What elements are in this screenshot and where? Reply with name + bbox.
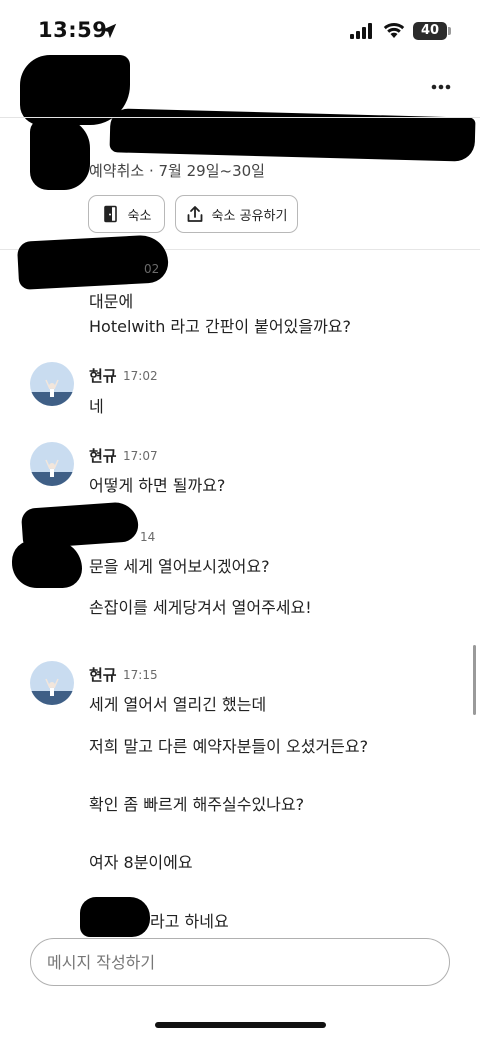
message-line: 문을 세게 열어보시겠어요? xyxy=(89,557,270,576)
wifi-icon xyxy=(383,22,405,38)
message-line: 손잡이를 세게당겨서 열어주세요! xyxy=(89,598,312,617)
share-icon xyxy=(187,206,202,222)
sender-name: 현규 xyxy=(89,367,117,385)
scrollbar[interactable] xyxy=(473,645,476,715)
message-line: 저희 말고 다른 예약자분들이 오셨거든요? xyxy=(89,737,369,756)
share-stay-button-label: 숙소 공유하기 xyxy=(211,208,288,224)
cellular-signal-icon xyxy=(350,23,372,39)
message-line: 세게 열어서 열리긴 했는데 xyxy=(89,695,267,714)
home-indicator[interactable] xyxy=(155,1022,326,1028)
message-input[interactable] xyxy=(47,949,427,975)
redacted-host-avatar xyxy=(12,540,82,588)
avatar-photo xyxy=(30,362,74,406)
sender-name: 현규 xyxy=(89,666,117,684)
more-horizontal-icon[interactable] xyxy=(430,80,452,94)
location-arrow-icon xyxy=(101,23,117,39)
stay-button-label: 숙소 xyxy=(127,208,152,224)
message-line: 네 xyxy=(89,397,104,416)
stay-button[interactable]: 숙소 xyxy=(88,195,165,233)
message-line: Hotelwith 라고 간판이 붙어있을까요? xyxy=(89,317,351,336)
user-avatar[interactable] xyxy=(30,362,74,406)
message-line: 대문에 xyxy=(89,292,134,311)
header-divider xyxy=(0,117,480,118)
battery-indicator: 40 xyxy=(413,22,447,40)
user-avatar[interactable] xyxy=(30,442,74,486)
avatar-photo xyxy=(30,442,74,486)
share-stay-button[interactable]: 숙소 공유하기 xyxy=(175,195,298,233)
avatar-photo xyxy=(30,661,74,705)
message-time: 17:07 xyxy=(123,449,158,463)
status-bar: 13:59 40 xyxy=(0,0,480,62)
redacted-host-avatar xyxy=(30,118,90,190)
message-time: 02 xyxy=(144,262,160,276)
message-line: 라고 하네요 xyxy=(150,912,229,931)
message-composer[interactable] xyxy=(30,938,450,986)
battery-tip xyxy=(448,27,451,35)
message-time: 14 xyxy=(140,530,156,544)
sender-name: 현규 xyxy=(89,447,117,465)
booking-status: 예약취소 · 7월 29일~30일 xyxy=(89,162,265,180)
door-icon xyxy=(103,205,117,223)
status-time: 13:59 xyxy=(38,18,108,42)
message-time: 17:02 xyxy=(123,369,158,383)
message-line: 어떻게 하면 될까요? xyxy=(89,476,226,495)
redacted-text xyxy=(80,897,150,937)
message-line: 여자 8분이에요 xyxy=(89,853,193,872)
user-avatar[interactable] xyxy=(30,661,74,705)
message-line: 확인 좀 빠르게 해주실수있나요? xyxy=(89,795,305,814)
message-time: 17:15 xyxy=(123,668,158,682)
